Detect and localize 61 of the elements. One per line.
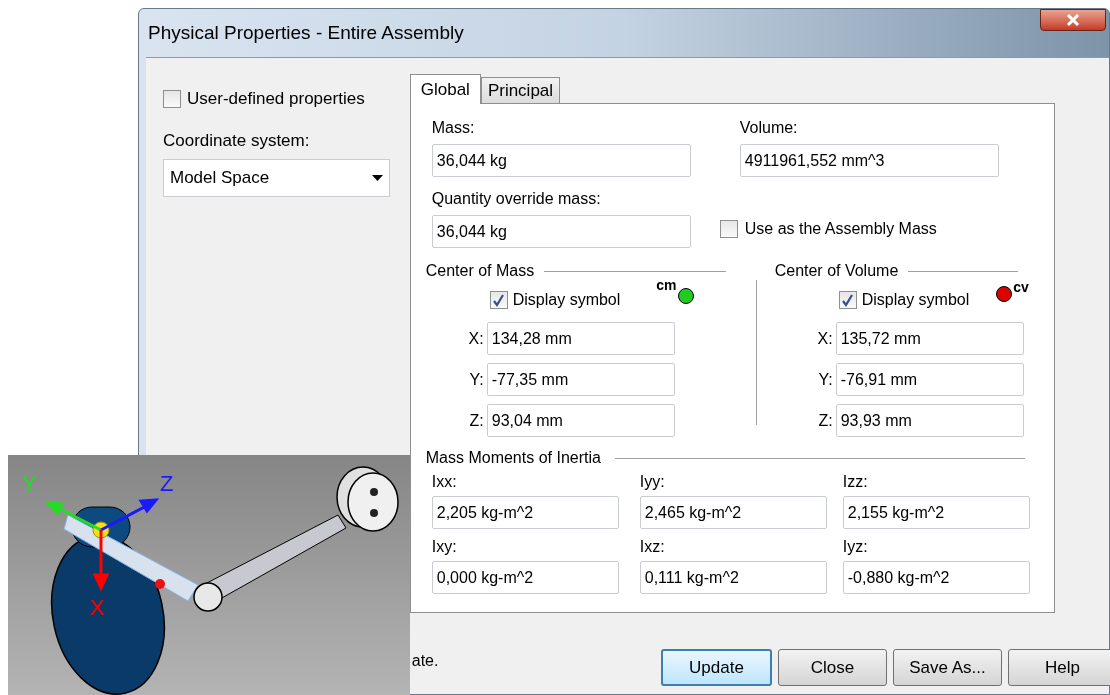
symbol-label: cm [656,278,677,292]
status-text: ate. [411,651,439,671]
text-field[interactable]: -77,35 mm [486,363,675,396]
text-field[interactable]: 93,93 mm [835,404,1024,437]
field-label: Iyz: [842,537,869,557]
checkbox[interactable] [489,291,508,309]
field-label: Iyy: [639,472,666,492]
section-title: Mass Moments of Inertia [425,448,601,468]
section-title: Center of Mass [425,261,535,281]
field-label: Display symbol [512,290,621,310]
center-marker [155,579,165,589]
close-icon [1066,14,1080,26]
section-title: Center of Volume [774,261,899,281]
checkbox[interactable] [719,220,738,238]
checkbox[interactable] [163,89,181,108]
text-field[interactable]: 2,465 kg-m^2 [639,496,827,529]
text-field[interactable]: 0,111 kg-m^2 [639,561,827,594]
field-label: Display symbol [861,290,970,310]
field-label: Ixx: [431,472,458,492]
text-field[interactable]: 93,04 mm [486,404,675,437]
field-label: Ixy: [431,537,458,557]
field-label: Izz: [842,472,869,492]
pulley-drawing [336,466,399,532]
field-label: X: [467,328,484,349]
field-label: Z: [468,410,484,431]
field-label: Coordinate system: [163,129,311,152]
axis-label: Y [22,471,37,496]
dialog-button[interactable]: Help [1008,649,1110,686]
tab[interactable]: Principal [480,77,561,103]
text-field[interactable]: 135,72 mm [835,322,1024,355]
field-label: Y: [817,369,833,390]
field-label: Y: [468,369,484,390]
field-label: X: [816,328,833,349]
text-field[interactable]: 4911961,552 mm^3 [739,144,999,177]
field-label: User-defined properties [187,88,365,110]
text-field[interactable]: 2,155 kg-m^2 [842,496,1030,529]
field-label: Use as the Assembly Mass [744,219,937,239]
axis-label: Z [160,471,174,496]
window-title: Physical Properties - Entire Assembly [148,20,464,45]
axis-label: X [90,595,105,620]
field-label: Ixz: [639,537,666,557]
text-field[interactable]: -0,880 kg-m^2 [842,561,1030,594]
text-field[interactable]: -76,91 mm [835,363,1024,396]
text-field[interactable]: 0,000 kg-m^2 [431,561,619,594]
text-field[interactable]: 36,044 kg [431,144,691,177]
symbol-label: cv [1013,280,1029,294]
text-field[interactable]: 134,28 mm [486,322,675,355]
tab[interactable]: Global [409,74,481,104]
dialog-button[interactable]: Close [778,649,887,686]
dropdown-caret-icon [372,175,383,181]
close-button[interactable] [1040,9,1106,31]
checkbox[interactable] [838,291,857,309]
field-label: Z: [817,410,833,431]
field-label: Quantity override mass: [431,189,602,209]
field-label: Mass: [431,118,476,138]
dialog-button[interactable]: Update [661,649,772,686]
coordinate-dropdown[interactable]: Model Space [163,159,390,197]
field-label: Volume: [739,118,799,138]
text-field[interactable]: 2,205 kg-m^2 [431,496,619,529]
text-field[interactable]: 36,044 kg [431,215,691,248]
dialog-button[interactable]: Save As... [893,649,1002,686]
